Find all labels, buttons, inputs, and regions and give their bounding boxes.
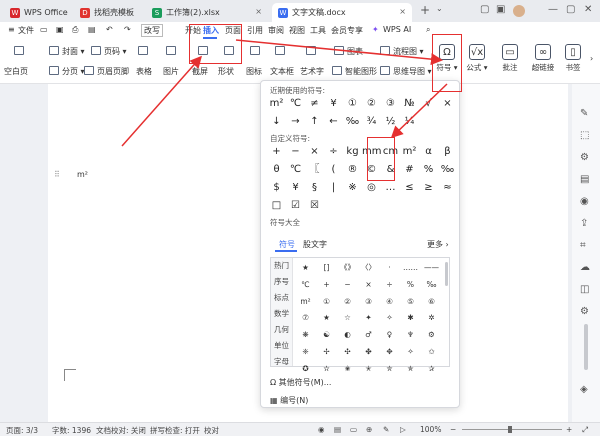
- arrow-to-symbol-cell: [390, 83, 448, 139]
- arrow-to-insert: [121, 55, 202, 147]
- arrow-to-symbol: [235, 39, 443, 66]
- annotation-arrows: [121, 39, 448, 147]
